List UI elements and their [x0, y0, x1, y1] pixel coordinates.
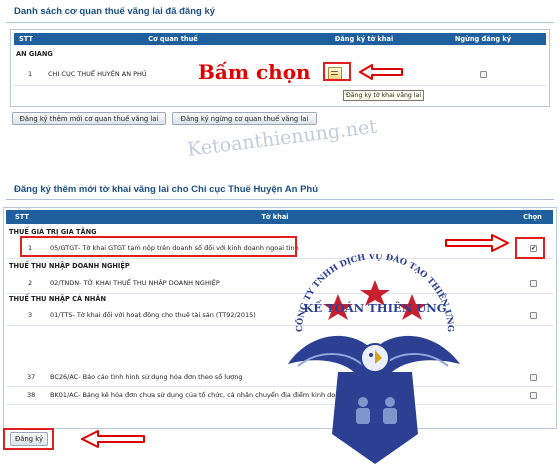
col-select: Chọn: [523, 213, 542, 221]
annotation-text: Bấm chọn: [198, 60, 311, 84]
group-cit: THUẾ THU NHẬP DOANH NGHIỆP: [9, 262, 130, 270]
group-an-giang: AN GIANG: [16, 50, 53, 58]
form-code-link[interactable]: 01/TTS: [50, 311, 72, 319]
stop-register-checkbox[interactable]: [480, 70, 487, 78]
agencies-table-header: STT Cơ quan thuế Đăng ký tờ khai Ngừng đ…: [14, 33, 546, 45]
highlight-select-checkbox: [515, 237, 545, 259]
title-divider: [6, 22, 554, 23]
select-checkbox[interactable]: [530, 279, 537, 287]
annotation-arrow-left: [359, 64, 403, 80]
row-agency: CHI CỤC THUẾ HUYỆN AN PHÚ: [48, 70, 147, 78]
col-form-stt: STT: [15, 213, 29, 221]
row-stt: 3: [28, 311, 33, 319]
new-forms-title: Đăng ký thêm mới tờ khai vãng lai cho Ch…: [14, 184, 319, 195]
col-agency: Cơ quan thuế: [148, 35, 198, 43]
form-desc: - TỜ KHAI THUẾ THU NHẬP DOANH NGHIỆP: [79, 279, 220, 287]
select-cell: [530, 273, 537, 293]
row-stt: 37: [27, 373, 36, 381]
row-form: 01/TTS - Tờ khai đối với hoạt động cho t…: [50, 305, 256, 325]
highlight-submit: [3, 428, 54, 450]
annotation-arrow-right: [445, 234, 509, 252]
stop-register-checkbox-cell: [480, 63, 487, 85]
select-cell: [530, 305, 537, 325]
title-divider-2: [6, 199, 554, 200]
company-logo: CÔNG TY TNHH DỊCH VỤ ĐÀO TẠO THIÊN ƯNG K…: [288, 254, 460, 464]
form-desc: - Tờ khai đối với hoạt động cho thuê tài…: [72, 311, 256, 319]
row-form: 02/TNDN - TỜ KHAI THUẾ THU NHẬP DOANH NG…: [50, 273, 220, 293]
row-stt: 38: [27, 391, 36, 399]
form-code-link[interactable]: BK01/AC: [50, 391, 78, 399]
row-form: BC26/AC - Báo cáo tình hình sử dụng hóa …: [50, 368, 242, 386]
row-stt: 1: [28, 70, 33, 78]
col-stt: STT: [19, 35, 33, 43]
col-stop: Ngừng đăng ký: [454, 35, 512, 43]
logo-brand-text: KẾ TOÁN THIÊN ƯNG: [303, 300, 446, 315]
select-checkbox[interactable]: [530, 391, 537, 399]
group-pit: THUẾ THU NHẬP CÁ NHÂN: [9, 295, 107, 303]
select-checkbox[interactable]: [530, 373, 537, 381]
group-vat: THUẾ GIÁ TRỊ GIA TĂNG: [9, 228, 97, 236]
col-register: Đăng ký tờ khai: [334, 35, 394, 43]
form-code-link[interactable]: 02/TNDN: [50, 279, 79, 287]
highlight-form-row: [20, 236, 297, 257]
row-stt: 2: [28, 279, 33, 287]
form-desc: - Báo cáo tình hình sử dụng hóa đơn theo…: [78, 373, 243, 381]
form-code-link[interactable]: BC26/AC: [50, 373, 78, 381]
select-cell: [530, 368, 537, 386]
registered-agencies-title: Danh sách cơ quan thuế vãng lai đã đăng …: [14, 6, 216, 17]
forms-table-header: STT Tờ khai Chọn: [6, 210, 553, 224]
highlight-register-icon: [323, 62, 351, 81]
register-tooltip: Đăng ký tờ khai vãng lai: [343, 90, 425, 101]
col-form: Tờ khai: [261, 213, 289, 221]
stop-agency-button[interactable]: Đăng ký ngừng cơ quan thuế vãng lai: [172, 112, 317, 125]
add-agency-button[interactable]: Đăng ký thêm mới cơ quan thuế vãng lai: [12, 112, 166, 125]
select-cell: [530, 386, 537, 404]
annotation-arrow-left-2: [81, 430, 145, 448]
select-checkbox[interactable]: [530, 311, 537, 319]
